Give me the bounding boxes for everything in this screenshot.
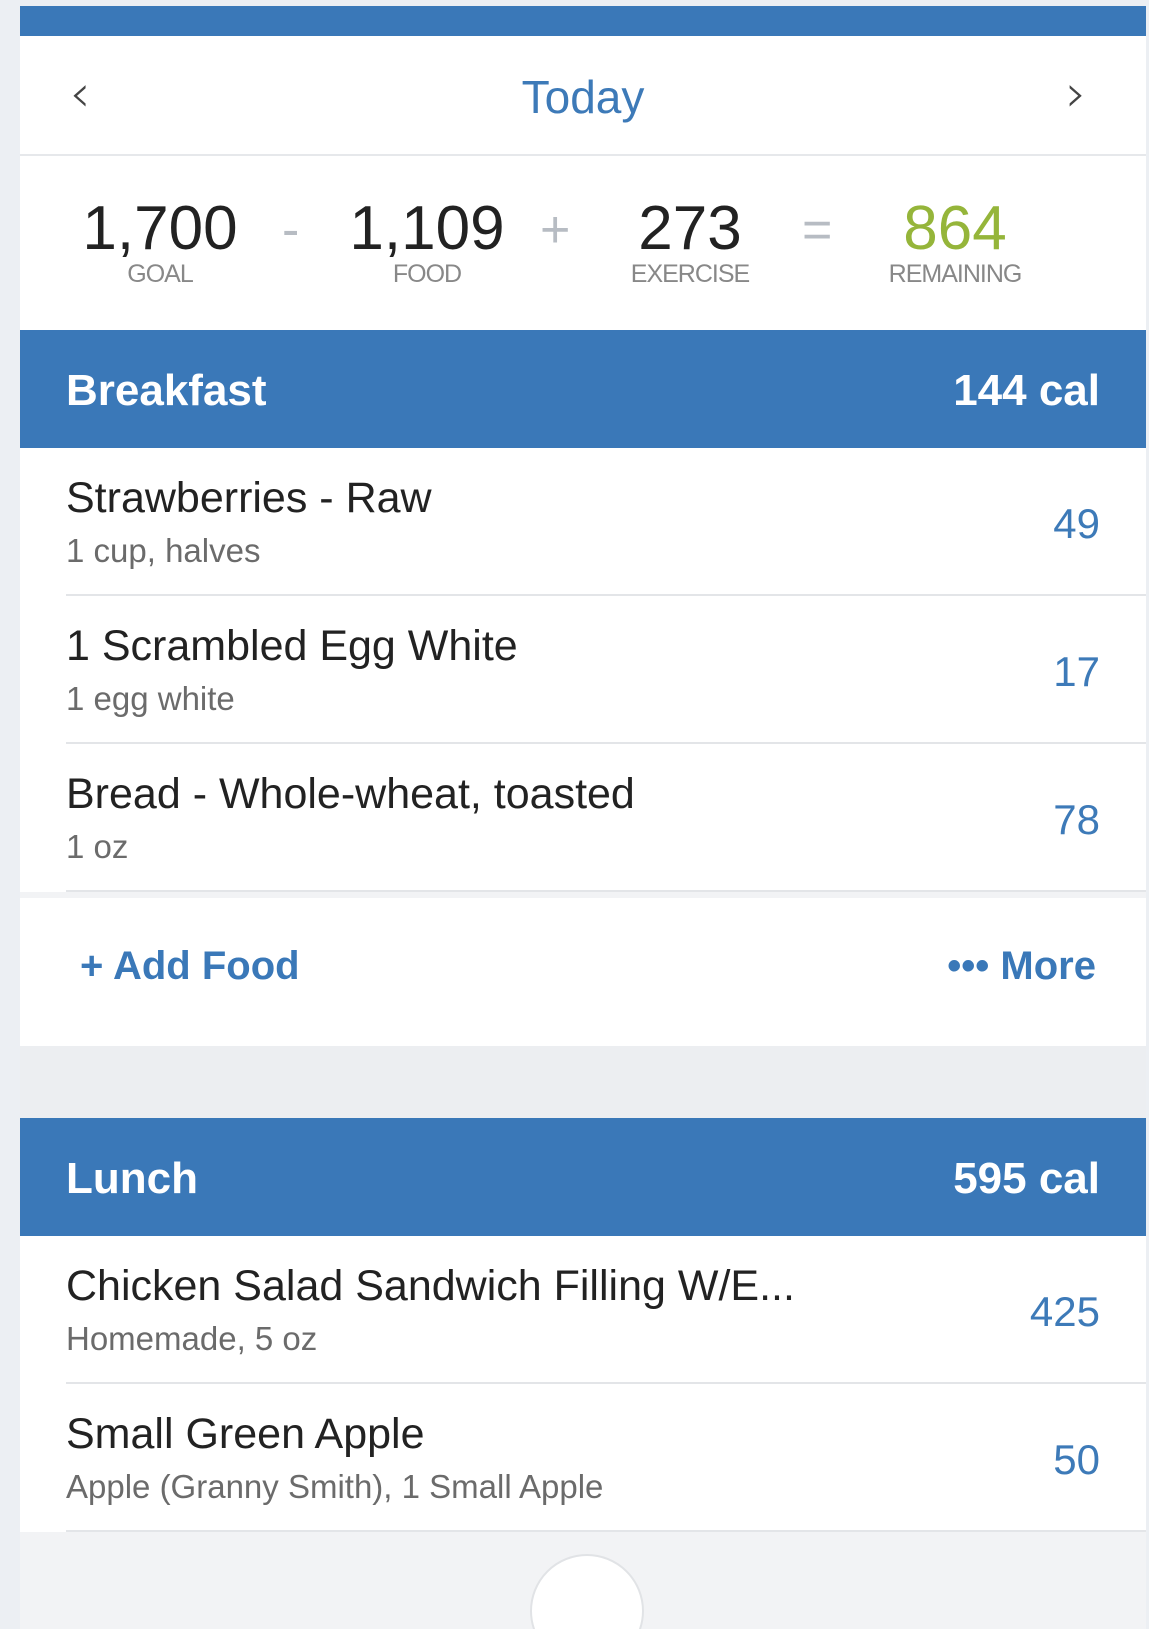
section-divider bbox=[20, 1046, 1146, 1118]
breakfast-actions: + Add Food ••• More bbox=[20, 892, 1146, 1046]
food-serving: Apple (Granny Smith), 1 Small Apple bbox=[66, 1468, 604, 1505]
food-item[interactable]: Strawberries - Raw 1 cup, halves 49 bbox=[20, 448, 1146, 596]
exercise-value: 273 bbox=[638, 194, 742, 263]
food-calories: 49 bbox=[1053, 500, 1100, 547]
food-name: Bread - Whole-wheat, toasted bbox=[66, 770, 635, 818]
exercise-summary: 273 EXERCISE bbox=[600, 194, 780, 289]
food-serving: Homemade, 5 oz bbox=[66, 1320, 318, 1357]
calorie-summary[interactable]: 1,700 GOAL - 1,109 FOOD + 273 EXERCISE =… bbox=[20, 156, 1146, 330]
meal-calories: 595 cal bbox=[953, 1154, 1100, 1203]
food-item[interactable]: 1 Scrambled Egg White 1 egg white 17 bbox=[20, 596, 1146, 744]
date-navigator: ‹ Today › bbox=[20, 36, 1146, 156]
date-title[interactable]: Today bbox=[20, 70, 1146, 124]
food-serving: 1 egg white bbox=[66, 680, 235, 717]
lunch-header[interactable]: Lunch 595 cal bbox=[20, 1118, 1146, 1236]
food-calories: 425 bbox=[1029, 1288, 1100, 1335]
meal-name: Breakfast bbox=[66, 366, 267, 415]
exercise-label: EXERCISE bbox=[630, 260, 750, 288]
meal-name: Lunch bbox=[66, 1154, 198, 1203]
remaining-label: REMAINING bbox=[888, 260, 1023, 288]
food-calories: 78 bbox=[1053, 796, 1100, 843]
food-name: Strawberries - Raw bbox=[66, 474, 432, 522]
food-name: 1 Scrambled Egg White bbox=[66, 622, 518, 670]
floating-add-button[interactable] bbox=[530, 1554, 644, 1629]
food-item[interactable]: Chicken Salad Sandwich Filling W/E... Ho… bbox=[20, 1236, 1146, 1384]
goal-label: GOAL bbox=[127, 260, 193, 288]
meal-calories: 144 cal bbox=[953, 366, 1100, 415]
food-name: Chicken Salad Sandwich Filling W/E... bbox=[66, 1262, 795, 1310]
goal-summary: 1,700 GOAL bbox=[80, 194, 240, 289]
breakfast-header[interactable]: Breakfast 144 cal bbox=[20, 330, 1146, 448]
equals-sign: = bbox=[802, 201, 833, 259]
add-food-button[interactable]: + Add Food bbox=[80, 944, 300, 989]
food-calories: 17 bbox=[1053, 648, 1100, 695]
food-summary: 1,109 FOOD bbox=[342, 194, 512, 289]
goal-value: 1,700 bbox=[82, 194, 238, 263]
remaining-summary: 864 REMAINING bbox=[865, 194, 1045, 289]
plus-sign: + bbox=[540, 201, 571, 259]
food-label: FOOD bbox=[392, 260, 462, 288]
food-value: 1,109 bbox=[349, 194, 505, 263]
diary-screen: ‹ Today › 1,700 GOAL - 1,109 FOOD + 273 … bbox=[20, 6, 1146, 1629]
remaining-value: 864 bbox=[903, 194, 1007, 263]
minus-sign: - bbox=[282, 201, 300, 259]
food-serving: 1 oz bbox=[66, 828, 129, 865]
food-item[interactable]: Small Green Apple Apple (Granny Smith), … bbox=[20, 1384, 1146, 1532]
top-bar bbox=[20, 6, 1146, 36]
chevron-right-icon[interactable]: › bbox=[1046, 64, 1106, 124]
food-calories: 50 bbox=[1053, 1436, 1100, 1483]
food-item[interactable]: Bread - Whole-wheat, toasted 1 oz 78 bbox=[20, 744, 1146, 892]
more-button[interactable]: ••• More bbox=[947, 944, 1096, 989]
food-serving: 1 cup, halves bbox=[66, 532, 261, 569]
food-name: Small Green Apple bbox=[66, 1410, 425, 1458]
